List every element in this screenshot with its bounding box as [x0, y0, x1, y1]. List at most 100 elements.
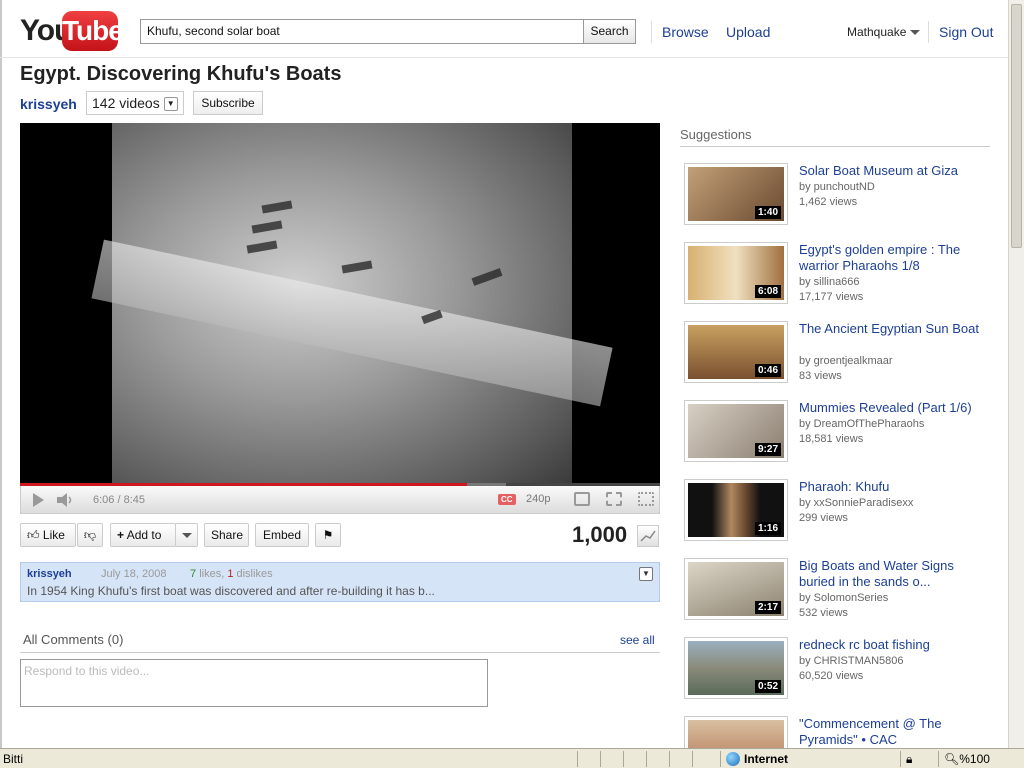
suggestion-thumbnail[interactable]: 0:46	[684, 321, 788, 383]
suggestion-title[interactable]: Mummies Revealed (Part 1/6)	[799, 400, 979, 416]
suggestion-title[interactable]: Solar Boat Museum at Giza	[799, 163, 979, 179]
suggestion-thumbnail[interactable]: 6:08	[684, 242, 788, 304]
status-divider	[577, 751, 578, 767]
suggestion-thumbnail[interactable]: 1:40	[684, 163, 788, 225]
suggestion-title[interactable]: The Ancient Egyptian Sun Boat	[799, 321, 979, 337]
security-zone: Internet	[744, 752, 789, 766]
divider	[680, 146, 990, 147]
dislike-button[interactable]: 👎︎	[77, 523, 103, 547]
suggestion-item[interactable]: 2:17 Big Boats and Water Signs buried in…	[684, 558, 994, 624]
zoom-icon: 🔍︎	[944, 752, 960, 766]
dislikes-word: dislikes	[236, 568, 273, 580]
status-divider	[646, 751, 647, 767]
suggestion-item[interactable]: 0:52 redneck rc boat fishing by CHRISTMA…	[684, 637, 994, 703]
stats-button[interactable]	[637, 525, 659, 547]
like-button[interactable]: 👍︎ Like	[20, 523, 76, 547]
suggestion-author: by xxSonnieParadisexx	[799, 497, 914, 509]
channel-link[interactable]: krissyeh	[20, 96, 77, 112]
suggestion-item[interactable]: 0:46 The Ancient Egyptian Sun Boat by gr…	[684, 321, 994, 387]
play-icon[interactable]	[33, 493, 44, 507]
duration-badge: 0:46	[754, 364, 781, 377]
suggestion-author: by groentjealkmaar	[799, 355, 893, 367]
youtube-logo[interactable]: You Tube	[20, 11, 124, 51]
flag-icon: ⚑	[322, 528, 334, 542]
video-player[interactable]	[20, 123, 660, 485]
protected-mode-icon[interactable]: 🔒︎	[906, 752, 912, 767]
suggestion-title[interactable]: Egypt's golden empire : The warrior Phar…	[799, 242, 979, 274]
expand-description-icon[interactable]: ▼	[639, 567, 653, 581]
status-divider	[900, 751, 901, 767]
internet-zone-icon	[726, 752, 740, 766]
suggestion-author: by CHRISTMAN5806	[799, 655, 904, 667]
suggestion-thumbnail[interactable]	[684, 716, 788, 748]
hieroglyph-mark	[341, 260, 373, 274]
duration-badge: 0:52	[754, 680, 781, 693]
duration-badge: 1:16	[754, 522, 781, 535]
scrollbar-thumb[interactable]	[1011, 4, 1022, 248]
suggestion-item[interactable]: 1:16 Pharaoh: Khufu by xxSonnieParadisex…	[684, 479, 994, 545]
suggestion-thumbnail[interactable]: 2:17	[684, 558, 788, 620]
status-divider	[692, 751, 693, 767]
status-divider	[669, 751, 670, 767]
search-button[interactable]: Search	[583, 19, 636, 44]
video-title: Egypt. Discovering Khufu's Boats	[20, 63, 342, 85]
suggestion-thumbnail[interactable]: 9:27	[684, 400, 788, 462]
likes-word: likes,	[199, 568, 225, 580]
like-label: Like	[42, 528, 65, 542]
suggestion-title[interactable]: Pharaoh: Khufu	[799, 479, 979, 495]
popout-icon[interactable]	[574, 492, 590, 506]
volume-icon[interactable]	[57, 493, 75, 507]
expand-icon[interactable]	[606, 492, 622, 506]
flag-button[interactable]: ⚑	[315, 523, 341, 547]
thumbs-up-icon: 👍︎	[27, 528, 40, 542]
nav-divider	[651, 21, 652, 43]
vertical-scrollbar[interactable]	[1008, 0, 1024, 748]
suggestion-title[interactable]: "Commencement @ The Pyramids" • CAC	[799, 716, 979, 748]
zoom-control[interactable]: 🔍︎%100	[944, 752, 990, 766]
suggestion-item[interactable]: 6:08 Egypt's golden empire : The warrior…	[684, 242, 994, 308]
comment-input[interactable]: Respond to this video...	[20, 659, 488, 707]
user-name: Mathquake	[847, 25, 907, 39]
embed-button[interactable]: Embed	[255, 523, 309, 547]
suggestion-views: 83 views	[799, 370, 842, 382]
subscribe-button[interactable]: Subscribe	[193, 91, 263, 115]
status-divider	[623, 751, 624, 767]
description-author[interactable]: krissyeh	[27, 568, 72, 580]
search-input[interactable]: Khufu, second solar boat	[140, 19, 584, 44]
description-box[interactable]: krissyeh July 18, 2008 7 likes, 1 dislik…	[20, 562, 660, 602]
video-count-dropdown[interactable]: 142 videos ▼	[86, 91, 184, 115]
suggestion-item[interactable]: "Commencement @ The Pyramids" • CAC	[684, 716, 994, 748]
duration-badge: 1:40	[754, 206, 781, 219]
add-to-button[interactable]: + Add to	[110, 523, 176, 547]
fullscreen-icon[interactable]	[638, 492, 654, 506]
suggestions-heading: Suggestions	[680, 127, 752, 142]
logo-text-tube: Tube	[62, 11, 124, 51]
chevron-down-icon	[181, 533, 192, 539]
suggestion-thumbnail[interactable]: 1:16	[684, 479, 788, 541]
chevron-down-icon	[910, 30, 921, 36]
suggestion-title[interactable]: redneck rc boat fishing	[799, 637, 979, 653]
thumbs-down-icon: 👎︎	[83, 528, 97, 542]
suggestion-title[interactable]: Big Boats and Water Signs buried in the …	[799, 558, 979, 590]
suggestion-item[interactable]: 9:27 Mummies Revealed (Part 1/6) by Drea…	[684, 400, 994, 466]
description-text: In 1954 King Khufu's first boat was disc…	[27, 584, 435, 598]
suggestion-item[interactable]: 1:40 Solar Boat Museum at Giza by puncho…	[684, 163, 994, 229]
suggestion-views: 17,177 views	[799, 291, 864, 303]
suggestion-views: 532 views	[799, 607, 848, 619]
suggestion-thumbnail[interactable]: 0:52	[684, 637, 788, 699]
quality-selector[interactable]: 240p	[526, 493, 550, 505]
see-all-comments-link[interactable]: see all	[620, 633, 655, 647]
captions-button[interactable]: CC	[498, 494, 516, 505]
suggestion-author: by sillina666	[799, 276, 860, 288]
upload-link[interactable]: Upload	[726, 24, 770, 40]
share-button[interactable]: Share	[204, 523, 249, 547]
sign-out-link[interactable]: Sign Out	[939, 24, 993, 40]
suggestion-views: 18,581 views	[799, 433, 864, 445]
hieroglyph-mark	[251, 220, 283, 234]
duration-badge: 6:08	[754, 285, 781, 298]
hieroglyph-mark	[471, 268, 503, 286]
browse-link[interactable]: Browse	[662, 24, 709, 40]
add-to-dropdown[interactable]	[175, 523, 198, 547]
hieroglyph-mark	[261, 200, 293, 214]
user-menu[interactable]: Mathquake	[847, 25, 921, 39]
